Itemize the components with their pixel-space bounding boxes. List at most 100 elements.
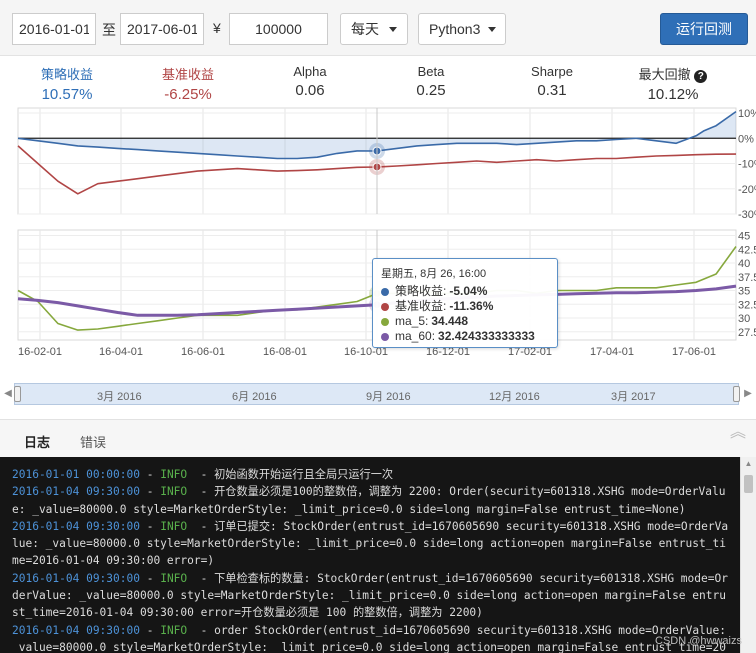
tab-error[interactable]: 错误 xyxy=(80,432,106,451)
end-date-input[interactable] xyxy=(120,13,204,45)
navigator-label: 9月 2016 xyxy=(366,391,411,403)
y-tick-label: 37.5 xyxy=(738,272,756,284)
frequency-select[interactable]: 每天 xyxy=(340,13,408,45)
collapse-up-icon[interactable]: ︽ xyxy=(730,425,746,441)
help-icon[interactable]: ? xyxy=(694,70,708,83)
y-tick-label: -10% xyxy=(738,159,756,171)
y-tick-label: 42.5 xyxy=(738,244,756,256)
y-tick-label: 30 xyxy=(738,313,750,325)
stat-label: Alpha xyxy=(293,64,327,79)
stat-label: Sharpe xyxy=(531,64,573,79)
stat-benchmark-return: 基准收益 -6.25% xyxy=(138,64,238,103)
series-dot-icon xyxy=(381,302,389,311)
x-tick-label: 17-04-01 xyxy=(590,346,634,358)
log-entry: 2016-01-04 09:30:00 - INFO - 开仓数量必须是100的… xyxy=(12,485,726,516)
stat-max-drawdown: 最大回撤 ? 10.12% xyxy=(623,64,723,103)
scroll-up-icon[interactable]: ▲ xyxy=(741,457,756,471)
tooltip-value: 32.424333333333 xyxy=(438,329,535,343)
tooltip-value: -11.36% xyxy=(449,299,494,313)
log-entry: 2016-01-04 09:30:00 - INFO - 下单检查标的数量: S… xyxy=(12,571,728,620)
series-dot-icon xyxy=(381,332,389,341)
y-tick-label: 45 xyxy=(738,231,750,243)
stat-label: 基准收益 xyxy=(161,67,214,82)
run-backtest-label: 运行回测 xyxy=(676,21,732,37)
watermark: CSDN @hwwaizs xyxy=(655,635,742,647)
tooltip-row: 基准收益: -11.36% xyxy=(381,299,549,314)
log-entry: 2016-01-04 09:30:00 - INFO - 订单已提交: Stoc… xyxy=(12,519,729,568)
tooltip-value: -5.04% xyxy=(449,284,488,298)
log-level: INFO xyxy=(160,571,188,585)
navigator-label: 12月 2016 xyxy=(489,391,540,403)
navigator-label: 3月 2017 xyxy=(611,391,656,403)
navigator-left-handle[interactable] xyxy=(14,386,21,402)
tooltip-row: ma_60: 32.424333333333 xyxy=(381,329,549,344)
stat-value: 0.06 xyxy=(295,82,325,99)
y-tick-label: -20% xyxy=(738,184,756,196)
navigator-right-handle[interactable] xyxy=(733,386,740,402)
log-timestamp: 2016-01-01 00:00:00 xyxy=(12,468,140,481)
log-message: 初始函数开始运行且全局只运行一次 xyxy=(214,468,394,481)
y-tick-label: 32.5 xyxy=(738,299,756,311)
stat-label: 最大回撤 xyxy=(638,67,691,82)
toolbar: 至 ¥ 每天 Python3 运行回测 xyxy=(0,0,756,56)
run-backtest-button[interactable]: 运行回测 xyxy=(660,13,748,45)
x-tick-label: 17-06-01 xyxy=(672,346,716,358)
tooltip-label: 策略收益: xyxy=(395,284,447,298)
x-tick-label: 16-04-01 xyxy=(99,346,143,358)
series-dot-icon xyxy=(381,317,389,326)
stat-beta: Beta 0.25 xyxy=(381,64,481,99)
log-entry: 2016-01-04 09:30:00 - INFO - order Stock… xyxy=(12,622,730,653)
stat-value: 0.31 xyxy=(537,82,567,99)
series-dot-icon xyxy=(381,287,389,296)
log-level: INFO xyxy=(160,623,188,637)
stat-label-wrap: 最大回撤 ? xyxy=(623,64,723,83)
log-level: INFO xyxy=(160,485,188,499)
stat-alpha: Alpha 0.06 xyxy=(260,64,360,99)
scrollbar-thumb[interactable] xyxy=(744,475,753,493)
navigator-label: 6月 2016 xyxy=(232,391,277,403)
scroll-right-icon[interactable]: ▶ xyxy=(740,384,756,404)
stat-strategy-return: 策略收益 10.57% xyxy=(17,64,117,103)
log-level: INFO xyxy=(160,468,188,481)
start-date-input[interactable] xyxy=(12,13,96,45)
log-timestamp: 2016-01-04 09:30:00 xyxy=(12,519,140,533)
date-range-separator: 至 xyxy=(102,22,116,38)
x-tick-label: 16-08-01 xyxy=(263,346,307,358)
y-tick-label: 40 xyxy=(738,258,750,270)
stat-value: 10.12% xyxy=(647,86,699,103)
tooltip-value: 34.448 xyxy=(431,314,469,328)
y-tick-label: -30% xyxy=(738,209,756,218)
stat-value: -6.25% xyxy=(164,86,212,103)
tooltip-row: 策略收益: -5.04% xyxy=(381,284,549,299)
y-tick-label: 35 xyxy=(738,286,750,298)
stat-sharpe: Sharpe 0.31 xyxy=(502,64,602,99)
x-tick-label: 16-06-01 xyxy=(181,346,225,358)
returns-chart[interactable]: 10% 0% -10% -20% -30% xyxy=(0,106,756,218)
log-tabs: 日志 错误 ︽ xyxy=(0,419,756,462)
console-scrollbar[interactable]: ▲ xyxy=(740,457,756,653)
log-timestamp: 2016-01-04 09:30:00 xyxy=(12,571,140,585)
chevron-down-icon xyxy=(389,26,397,32)
y-tick-label: 0% xyxy=(738,133,754,145)
python-version-select[interactable]: Python3 xyxy=(418,13,506,45)
log-level: INFO xyxy=(160,519,188,533)
y-tick-label: 27.5 xyxy=(738,327,756,339)
tooltip-label: 基准收益: xyxy=(395,299,447,313)
python-version-value: Python3 xyxy=(429,21,481,37)
tooltip-label: ma_60: xyxy=(395,329,436,343)
frequency-value: 每天 xyxy=(351,21,379,37)
stat-value: 10.57% xyxy=(41,86,93,103)
chevron-down-icon xyxy=(488,26,497,32)
log-timestamp: 2016-01-04 09:30:00 xyxy=(12,485,140,499)
tooltip-title: 星期五, 8月 26, 16:00 xyxy=(381,268,487,280)
tooltip-row: ma_5: 34.448 xyxy=(381,314,549,329)
stat-label: 策略收益 xyxy=(40,67,93,82)
log-timestamp: 2016-01-04 09:30:00 xyxy=(12,623,140,637)
stat-label: Beta xyxy=(417,64,445,79)
currency-symbol: ¥ xyxy=(213,20,221,36)
x-tick-label: 16-02-01 xyxy=(18,346,62,358)
stat-value: 0.25 xyxy=(416,82,446,99)
tooltip-label: ma_5: xyxy=(395,314,429,328)
capital-input[interactable] xyxy=(229,13,328,45)
navigator-label: 3月 2016 xyxy=(97,391,142,403)
